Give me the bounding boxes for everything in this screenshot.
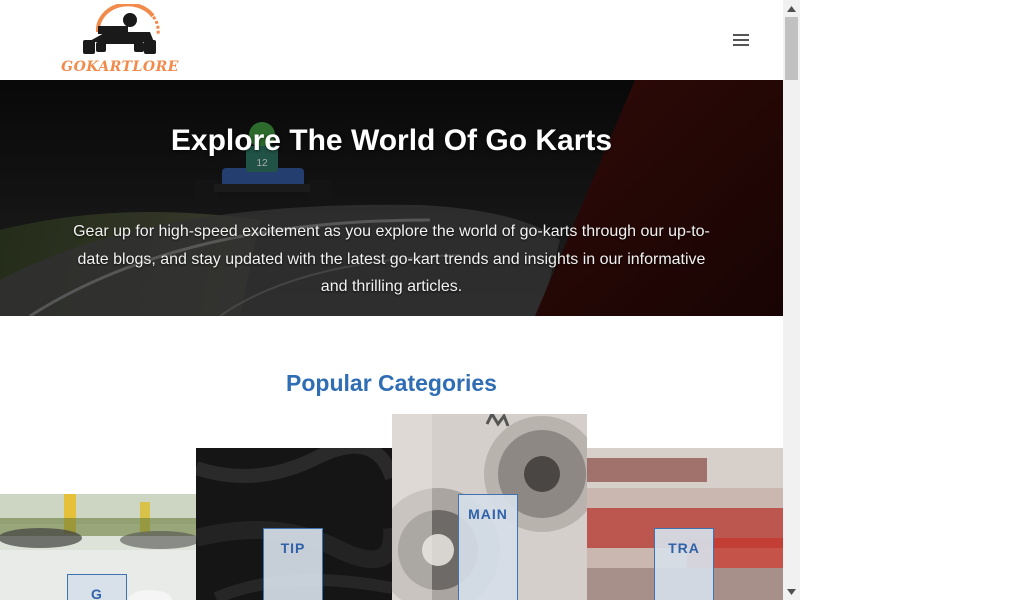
category-label: TIP: [263, 528, 323, 600]
site-header: GOKARTLORE: [0, 0, 783, 80]
logo-wordmark: GOKARTLORE: [61, 59, 179, 75]
category-card[interactable]: TIP: [196, 448, 392, 600]
go-kart-logo-icon: [83, 4, 160, 54]
scrollbar-thumb[interactable]: [785, 17, 798, 80]
category-card[interactable]: G: [0, 494, 196, 600]
hero-description: Gear up for high-speed excitement as you…: [73, 223, 710, 295]
menu-toggle-button[interactable]: [726, 28, 756, 52]
category-label: G: [67, 574, 127, 600]
category-label: MAIN: [458, 494, 518, 600]
category-card[interactable]: TRA: [587, 448, 783, 600]
scroll-up-arrow-icon[interactable]: [783, 0, 800, 17]
hamburger-menu-icon: [733, 34, 749, 46]
vertical-scrollbar[interactable]: [783, 0, 800, 600]
category-card[interactable]: MAIN: [392, 414, 587, 600]
popular-categories-heading: Popular Categories: [286, 370, 497, 396]
site-logo[interactable]: GOKARTLORE: [58, 4, 182, 76]
page-viewport: GOKARTLORE Explore The World Of Go Karts…: [0, 0, 783, 600]
category-label: TRA: [654, 528, 714, 600]
scroll-down-arrow-icon[interactable]: [783, 583, 800, 600]
hero-title: Explore The World Of Go Karts: [170, 124, 613, 157]
hero-banner: 12 Explore The World Of Go Karts Gear up…: [0, 80, 783, 316]
